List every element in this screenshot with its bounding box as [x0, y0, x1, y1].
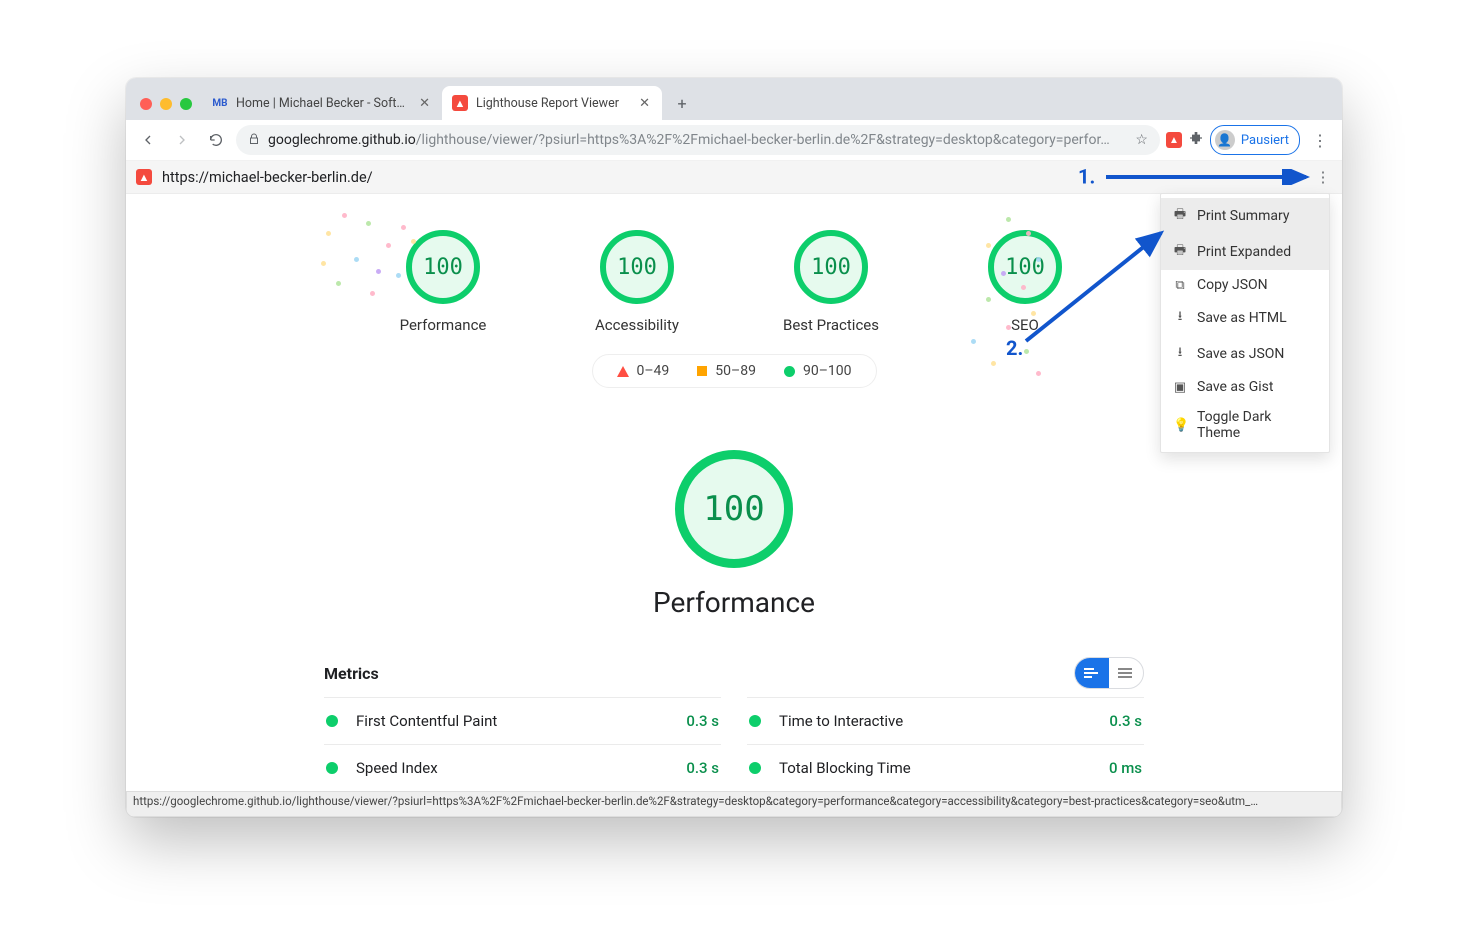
report-url: https://michael-becker-berlin.de/ — [162, 169, 373, 186]
toolbar: googlechrome.github.io/lighthouse/viewer… — [126, 120, 1342, 161]
menu-copy-json[interactable]: ⧉Copy JSON — [1161, 270, 1329, 300]
triangle-icon — [617, 366, 629, 377]
address-bar[interactable]: googlechrome.github.io/lighthouse/viewer… — [236, 125, 1160, 155]
tab-lighthouse[interactable]: ▲ Lighthouse Report Viewer ✕ — [442, 86, 662, 120]
avatar: 👤 — [1215, 130, 1235, 150]
menu-print-summary[interactable]: 🖶Print Summary — [1161, 198, 1329, 234]
menu-print-expanded[interactable]: 🖶Print Expanded — [1161, 234, 1329, 270]
menu-save-gist[interactable]: ▣Save as Gist — [1161, 372, 1329, 402]
status-dot-icon — [326, 715, 338, 727]
browser-window: MB Home | Michael Becker - Softw… ✕ ▲ Li… — [126, 78, 1342, 817]
favicon-lighthouse: ▲ — [452, 95, 468, 111]
page-content: ▲ https://michael-becker-berlin.de/ ⋮ — [126, 161, 1342, 817]
gauge-best-practices[interactable]: 100 Best Practices — [766, 230, 896, 334]
metric-tti: Time to Interactive0.3 s — [747, 697, 1144, 744]
copy-icon: ⧉ — [1173, 278, 1187, 293]
download-icon: ⭳ — [1173, 343, 1187, 365]
square-icon — [697, 366, 707, 376]
performance-section: 100 Performance — [126, 450, 1342, 619]
view-toggle-expanded[interactable] — [1075, 658, 1109, 688]
tools-menu-button[interactable]: ⋮ — [1310, 164, 1336, 190]
lighthouse-icon: ▲ — [136, 169, 152, 185]
metric-tbt: Total Blocking Time0 ms — [747, 744, 1144, 791]
score-legend: 0–49 50–89 90–100 — [592, 354, 877, 388]
back-button[interactable] — [134, 126, 162, 154]
performance-big-gauge: 100 — [675, 450, 793, 568]
profile-chip[interactable]: 👤 Pausiert — [1210, 125, 1300, 155]
profile-label: Pausiert — [1241, 133, 1289, 148]
lock-icon — [248, 132, 260, 149]
print-icon: 🖶 — [1173, 241, 1187, 263]
report-url-bar: ▲ https://michael-becker-berlin.de/ ⋮ — [126, 161, 1342, 194]
metric-si: Speed Index0.3 s — [324, 744, 721, 791]
menu-toggle-dark[interactable]: 💡Toggle Dark Theme — [1161, 402, 1329, 448]
gauge-accessibility[interactable]: 100 Accessibility — [572, 230, 702, 334]
gauge-performance[interactable]: 100 Performance — [378, 230, 508, 334]
tab-strip: MB Home | Michael Becker - Softw… ✕ ▲ Li… — [126, 78, 1342, 120]
close-tab-icon[interactable]: ✕ — [637, 96, 652, 111]
reload-button[interactable] — [202, 126, 230, 154]
gist-icon: ▣ — [1173, 380, 1187, 395]
metrics-heading: Metrics — [324, 664, 1074, 683]
forward-button[interactable] — [168, 126, 196, 154]
status-bar: https://googlechrome.github.io/lighthous… — [126, 791, 1342, 817]
print-icon: 🖶 — [1173, 205, 1187, 227]
maximize-icon[interactable] — [180, 98, 192, 110]
circle-icon — [784, 366, 795, 377]
tools-menu: 🖶Print Summary 🖶Print Expanded ⧉Copy JSO… — [1160, 193, 1330, 453]
download-icon: ⭳ — [1173, 307, 1187, 329]
new-tab-button[interactable]: + — [668, 89, 696, 117]
extensions-icon[interactable] — [1188, 130, 1204, 150]
tab-title: Home | Michael Becker - Softw… — [236, 96, 409, 111]
metric-fcp: First Contentful Paint0.3 s — [324, 697, 721, 744]
close-tab-icon[interactable]: ✕ — [417, 96, 432, 111]
section-title: Performance — [126, 586, 1342, 619]
bulb-icon: 💡 — [1173, 418, 1187, 433]
browser-menu-button[interactable]: ⋮ — [1306, 126, 1334, 154]
url-text: googlechrome.github.io/lighthouse/viewer… — [268, 132, 1127, 148]
status-dot-icon — [749, 762, 761, 774]
bookmark-icon[interactable]: ☆ — [1135, 132, 1148, 148]
gauge-seo[interactable]: 100 SEO — [960, 230, 1090, 334]
status-dot-icon — [326, 762, 338, 774]
favicon-mb: MB — [212, 95, 228, 111]
menu-save-json[interactable]: ⭳Save as JSON — [1161, 336, 1329, 372]
tab-home[interactable]: MB Home | Michael Becker - Softw… ✕ — [202, 86, 442, 120]
extension-lighthouse-icon[interactable]: ▲ — [1166, 132, 1182, 148]
minimize-icon[interactable] — [160, 98, 172, 110]
status-dot-icon — [749, 715, 761, 727]
metrics-view-toggle — [1074, 657, 1144, 689]
window-controls — [134, 98, 202, 120]
tab-title: Lighthouse Report Viewer — [476, 96, 629, 111]
menu-save-html[interactable]: ⭳Save as HTML — [1161, 300, 1329, 336]
close-icon[interactable] — [140, 98, 152, 110]
view-toggle-compact[interactable] — [1109, 658, 1143, 688]
